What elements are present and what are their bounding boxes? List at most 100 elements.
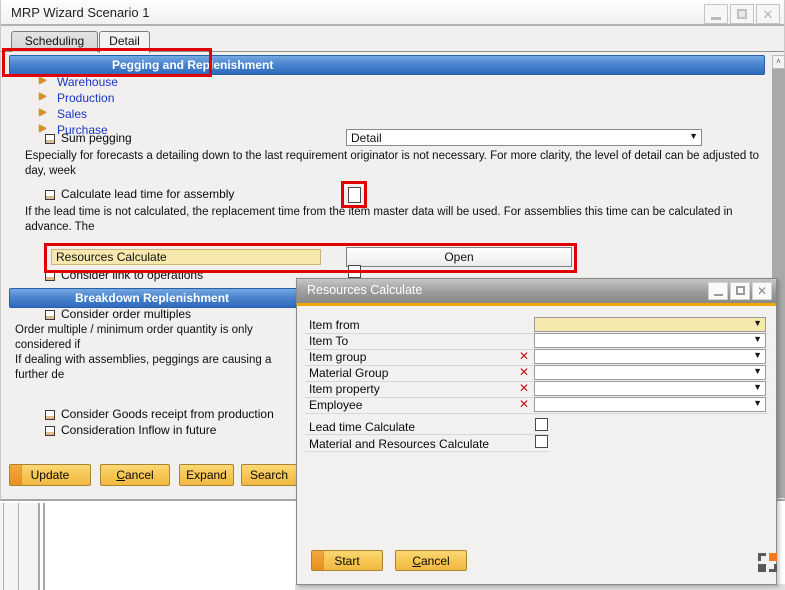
close-icon: ✕ bbox=[763, 7, 774, 22]
tree-item-warehouse[interactable]: ▶ Warehouse bbox=[39, 75, 239, 90]
close-button[interactable]: ✕ bbox=[756, 4, 780, 24]
chevron-down-icon[interactable]: ▼ bbox=[753, 366, 762, 376]
consider-link-label: Consider link to operations bbox=[61, 268, 203, 282]
start-button[interactable]: Start bbox=[311, 550, 383, 571]
table-gridline bbox=[3, 503, 4, 590]
item-from-dropdown[interactable]: ▼ bbox=[534, 317, 766, 332]
window-title: MRP Wizard Scenario 1 bbox=[11, 5, 149, 20]
form-resize-icon[interactable] bbox=[758, 553, 777, 572]
chevron-down-icon[interactable]: ▼ bbox=[753, 318, 762, 328]
expand-arrow-icon[interactable]: ▶ bbox=[39, 123, 47, 134]
close-icon: ✕ bbox=[757, 284, 767, 298]
update-button[interactable]: Update bbox=[9, 464, 91, 486]
sum-pegging-help-text: Especially for forecasts a detailing dow… bbox=[25, 149, 773, 180]
consider-link-mini-checkbox[interactable] bbox=[45, 271, 55, 281]
dialog-cancel-button[interactable]: Cancel bbox=[395, 550, 467, 571]
lead-time-calculate-label: Lead time Calculate bbox=[309, 420, 415, 434]
tree-item-production[interactable]: ▶ Production bbox=[39, 91, 239, 106]
tab-detail[interactable]: Detail bbox=[99, 31, 150, 53]
open-button[interactable]: Open bbox=[346, 247, 572, 267]
item-group-dropdown[interactable]: ▼ bbox=[534, 349, 766, 364]
expand-arrow-icon[interactable]: ▶ bbox=[39, 91, 47, 102]
minimize-button[interactable] bbox=[704, 4, 728, 24]
gold-accent-bar bbox=[297, 303, 776, 306]
table-column-strip bbox=[0, 503, 38, 590]
resources-calculate-label: Resources Calculate bbox=[56, 250, 167, 264]
search-button[interactable]: Search bbox=[241, 464, 297, 486]
tree-item-label[interactable]: Sales bbox=[57, 107, 87, 121]
table-gridline bbox=[38, 503, 40, 590]
sum-pegging-checkbox[interactable] bbox=[45, 134, 55, 144]
lead-time-help-text: If the lead time is not calculated, the … bbox=[25, 205, 773, 236]
scroll-up-button[interactable]: ˄ bbox=[772, 55, 785, 69]
field-label-item-to: Item To bbox=[309, 334, 348, 348]
minimize-icon bbox=[714, 294, 723, 296]
tree-item-label[interactable]: Warehouse bbox=[57, 75, 118, 89]
item-to-dropdown[interactable]: ▼ bbox=[534, 333, 766, 348]
resources-calculate-field[interactable]: Resources Calculate bbox=[51, 249, 321, 265]
tab-scheduling[interactable]: Scheduling bbox=[11, 31, 98, 52]
search-button-label: Search bbox=[242, 465, 296, 485]
item-property-dropdown[interactable]: ▼ bbox=[534, 381, 766, 396]
field-label-material-group: Material Group bbox=[309, 366, 388, 380]
minimize-icon bbox=[711, 17, 721, 20]
employee-dropdown[interactable]: ▼ bbox=[534, 397, 766, 412]
maximize-icon bbox=[737, 9, 747, 19]
inflow-future-label: Consideration Inflow in future bbox=[61, 423, 216, 437]
chevron-down-icon[interactable]: ▼ bbox=[753, 382, 762, 392]
chevron-down-icon[interactable]: ▼ bbox=[753, 334, 762, 344]
tab-detail-label: Detail bbox=[109, 34, 140, 48]
expand-button[interactable]: Expand bbox=[179, 464, 234, 486]
inflow-future-checkbox[interactable] bbox=[45, 426, 55, 436]
screen: MRP Wizard Scenario 1 ✕ Scheduling Detai… bbox=[0, 0, 785, 590]
resize-icon-part bbox=[769, 553, 777, 561]
lead-time-mini-checkbox[interactable] bbox=[45, 190, 55, 200]
field-label-employee: Employee bbox=[309, 398, 362, 412]
tree-item-sales[interactable]: ▶ Sales bbox=[39, 107, 239, 122]
order-multiples-help-text: Order multiple / minimum order quantity … bbox=[15, 323, 296, 354]
lead-time-calculate-checkbox[interactable] bbox=[535, 418, 548, 431]
resize-icon-part bbox=[758, 564, 766, 572]
dialog-cancel-button-label: Cancel bbox=[396, 551, 466, 571]
clear-x-icon: ✕ bbox=[519, 365, 529, 379]
tree-item-label[interactable]: Production bbox=[57, 91, 114, 105]
clear-x-icon: ✕ bbox=[519, 381, 529, 395]
window-titlebar: MRP Wizard Scenario 1 ✕ bbox=[1, 0, 784, 26]
cancel-button-label: Cancel bbox=[101, 465, 169, 485]
row-separator bbox=[305, 451, 550, 452]
sum-pegging-dropdown[interactable]: Detail ▼ bbox=[346, 129, 702, 146]
material-resources-calculate-checkbox[interactable] bbox=[535, 435, 548, 448]
field-label-item-from: Item from bbox=[309, 318, 360, 332]
lead-time-checkbox[interactable] bbox=[348, 187, 361, 203]
dialog-title: Resources Calculate bbox=[307, 283, 422, 297]
chevron-down-icon[interactable]: ▼ bbox=[753, 350, 762, 360]
material-resources-calculate-label: Material and Resources Calculate bbox=[309, 437, 489, 451]
material-group-dropdown[interactable]: ▼ bbox=[534, 365, 766, 380]
expand-arrow-icon[interactable]: ▶ bbox=[39, 75, 47, 86]
resize-icon-part bbox=[758, 553, 766, 561]
table-gridline bbox=[18, 503, 19, 590]
consider-link-checkbox[interactable] bbox=[348, 265, 361, 278]
chevron-down-icon[interactable]: ▼ bbox=[753, 398, 762, 408]
row-separator bbox=[305, 413, 769, 414]
scroll-up-icon: ˄ bbox=[776, 57, 781, 66]
dialog-minimize-button[interactable] bbox=[708, 282, 728, 300]
section-breakdown-label: Breakdown Replenishment bbox=[75, 291, 229, 305]
dialog-maximize-button[interactable] bbox=[730, 282, 750, 300]
section-pegging-replenishment[interactable]: Pegging and Replenishment bbox=[9, 55, 765, 75]
order-multiples-checkbox[interactable] bbox=[45, 310, 55, 320]
maximize-button[interactable] bbox=[730, 4, 754, 24]
open-button-label: Open bbox=[347, 248, 571, 266]
expand-arrow-icon[interactable]: ▶ bbox=[39, 107, 47, 118]
assemblies-help-text: If dealing with assemblies, peggings are… bbox=[15, 353, 296, 384]
clear-x-icon: ✕ bbox=[519, 397, 529, 411]
cancel-button[interactable]: Cancel bbox=[100, 464, 170, 486]
update-button-label: Update bbox=[10, 465, 90, 485]
dialog-close-button[interactable]: ✕ bbox=[752, 282, 772, 300]
tab-scheduling-label: Scheduling bbox=[25, 34, 84, 48]
row-separator bbox=[305, 434, 550, 435]
goods-receipt-checkbox[interactable] bbox=[45, 410, 55, 420]
sum-pegging-label: Sum pegging bbox=[61, 131, 132, 145]
chevron-down-icon[interactable]: ▼ bbox=[689, 131, 698, 141]
maximize-icon bbox=[736, 286, 745, 295]
